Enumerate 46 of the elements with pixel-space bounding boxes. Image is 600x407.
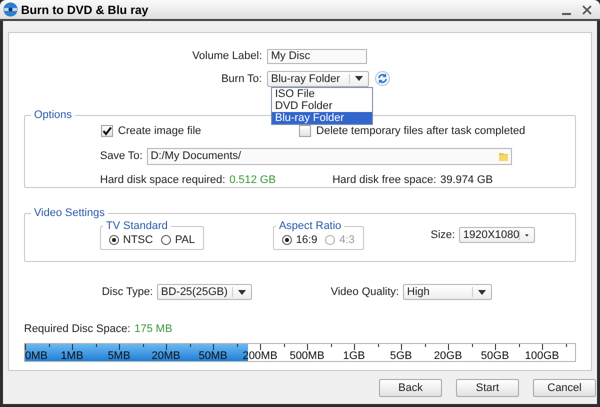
scale-label: 1GB	[343, 350, 365, 361]
field-label: Disc Type:	[100, 285, 154, 300]
dialog-button[interactable]: Cancel	[533, 379, 596, 397]
dropdown[interactable]: BD-25(25GB)	[157, 284, 252, 300]
info-label: Required Disc Space:	[24, 322, 130, 336]
scale-label: 5MB	[108, 350, 130, 361]
scale-label: 500MB	[290, 350, 324, 361]
info-label: Hard disk space required:	[100, 172, 226, 188]
scale-label: 100GB	[524, 350, 560, 361]
window-title: Burn to DVD & Blu ray	[21, 2, 148, 18]
group-title: Aspect Ratio	[278, 220, 342, 232]
dropdown[interactable]: Blu-ray Folder	[267, 70, 369, 87]
scale-label: 5GB	[390, 350, 412, 361]
dialog-button[interactable]: Back	[379, 379, 442, 397]
scale-label: 20MB	[152, 350, 180, 361]
scale-label: 0MB	[25, 350, 48, 361]
field-label: Burn To:	[220, 72, 263, 86]
info-value: 175 MB	[134, 322, 172, 336]
scale-label: 1MB	[60, 350, 84, 361]
dropdown-option[interactable]: ISO File	[272, 88, 372, 100]
field-label: Volume Label:	[191, 49, 263, 64]
dialog-button[interactable]: Start	[456, 379, 519, 397]
volume-label-field[interactable]: My Disc	[267, 48, 367, 64]
save-to-field[interactable]: D:/My Documents/	[146, 148, 512, 164]
group-title: Video Settings	[33, 207, 106, 219]
radio-label: 4:3	[339, 233, 355, 248]
info-value: 0.512 GB	[229, 172, 277, 188]
dropdown-option[interactable]: Blu-ray Folder	[272, 112, 372, 124]
dropdown[interactable]: High	[403, 284, 492, 300]
dropdown[interactable]: 1920X1080	[459, 227, 536, 243]
field-label: Size:	[430, 228, 456, 243]
radio-label: PAL	[174, 233, 195, 248]
info-label: Hard disk free space:	[332, 172, 436, 188]
group-title: TV Standard	[105, 220, 169, 232]
field-label: Save To:	[100, 148, 143, 164]
scale-label: 20GB	[434, 350, 462, 361]
field-label: Video Quality:	[330, 285, 400, 300]
checkbox-label: Delete temporary files after task completed	[316, 124, 526, 139]
info-value: 39.974 GB	[440, 172, 493, 188]
dropdown-option[interactable]: DVD Folder	[272, 100, 372, 112]
scale-label: 50MB	[198, 350, 228, 361]
radio-label: 16:9	[296, 233, 318, 248]
checkbox-label: Create image file	[118, 124, 202, 139]
radio-label: NTSC	[123, 233, 153, 248]
group-title: Options	[33, 109, 73, 121]
scale-label: 50GB	[480, 350, 510, 361]
